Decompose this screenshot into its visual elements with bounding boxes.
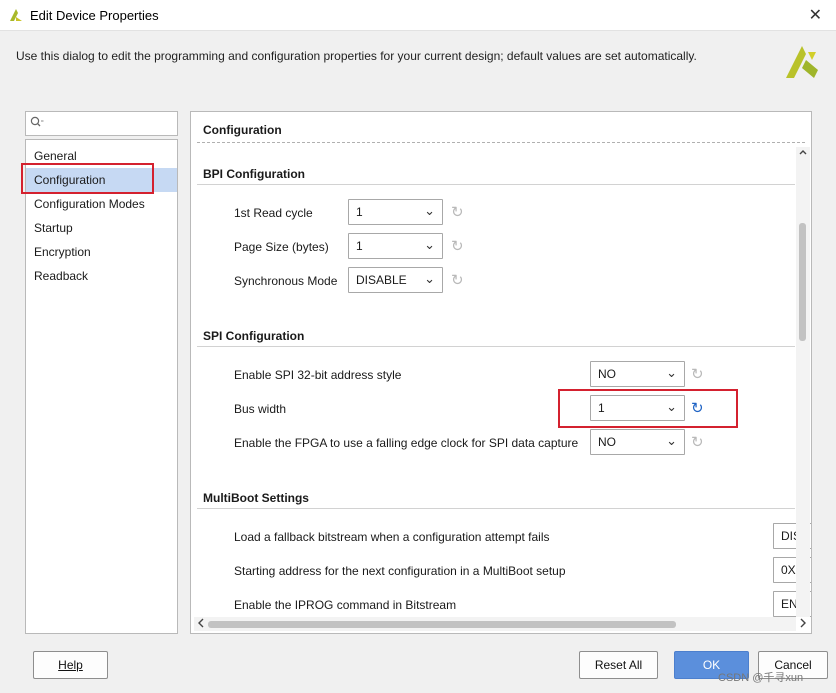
scroll-right-icon[interactable] [798,616,808,633]
watermark-text: CSDN @千寻xun [718,672,804,684]
close-button[interactable]: ✕ [809,5,822,25]
help-button-label: Help [58,658,83,672]
nav-item-configuration-modes[interactable]: Configuration Modes [26,192,177,216]
search-input[interactable] [25,111,178,136]
spi-32bit-dropdown[interactable]: NO ⌄ [590,361,685,387]
scroll-up-icon[interactable] [798,147,808,160]
nav-item-label: Encryption [34,245,91,259]
row-label-sync-mode: Synchronous Mode [234,274,338,288]
dropdown-value: NO [598,367,616,381]
dropdown-value: 1 [356,205,363,219]
row-label-page-size: Page Size (bytes) [234,240,329,254]
reset-icon[interactable]: ↻ [451,237,464,255]
window-title: Edit Device Properties [30,8,159,23]
dropdown-value: 1 [598,401,605,415]
properties-panel: Configuration BPI Configuration 1st Read… [190,111,812,634]
nav-item-general[interactable]: General [26,144,177,168]
page-size-dropdown[interactable]: 1 ⌄ [348,233,443,259]
nav-item-label: Configuration [34,173,106,187]
reset-icon[interactable]: ↻ [691,365,704,383]
section-title-spi: SPI Configuration [203,329,305,343]
chevron-down-icon: ⌄ [424,271,435,286]
chevron-down-icon: ⌄ [666,399,677,414]
vertical-scroll-thumb[interactable] [799,223,806,341]
section-divider [197,346,795,347]
panel-header: Configuration [203,123,282,137]
section-title-multiboot: MultiBoot Settings [203,491,309,505]
nav-item-label: Startup [34,221,73,235]
nav-item-configuration[interactable]: Configuration [26,168,177,192]
row-label-bus-width: Bus width [234,402,287,416]
bus-width-dropdown[interactable]: 1 ⌄ [590,395,685,421]
dropdown-value: 1 [356,239,363,253]
brand-logo-icon [786,46,818,78]
row-label-read-cycle: 1st Read cycle [234,206,313,220]
reset-all-button[interactable]: Reset All [579,651,658,679]
nav-item-encryption[interactable]: Encryption [26,240,177,264]
section-title-bpi: BPI Configuration [203,167,305,181]
section-divider [197,508,795,509]
chevron-down-icon: ⌄ [666,365,677,380]
header-divider [197,142,805,143]
chevron-down-icon: ⌄ [424,237,435,252]
nav-item-label: General [34,149,77,163]
reset-icon[interactable]: ↻ [451,271,464,289]
dropdown-value: NO [598,435,616,449]
chevron-down-icon: ⌄ [424,203,435,218]
dialog-description: Use this dialog to edit the programming … [16,49,697,63]
horizontal-scroll-thumb[interactable] [208,621,676,628]
sync-mode-dropdown[interactable]: DISABLE ⌄ [348,267,443,293]
falling-edge-dropdown[interactable]: NO ⌄ [590,429,685,455]
nav-item-readback[interactable]: Readback [26,264,177,288]
vertical-scrollbar[interactable] [796,147,810,617]
category-list: General Configuration Configuration Mode… [25,139,178,634]
help-button[interactable]: Help [33,651,108,679]
reset-icon[interactable]: ↻ [451,203,464,221]
reset-icon[interactable]: ↻ [691,433,704,451]
row-label-spi-32bit: Enable SPI 32-bit address style [234,368,402,382]
row-label-start-address: Starting address for the next configurat… [234,564,566,578]
section-divider [197,184,795,185]
row-label-fallback: Load a fallback bitstream when a configu… [234,530,550,544]
scroll-left-icon[interactable] [196,616,206,633]
chevron-down-icon: ⌄ [666,433,677,448]
horizontal-scrollbar[interactable] [194,616,806,633]
reset-all-button-label: Reset All [594,658,643,672]
read-cycle-dropdown[interactable]: 1 ⌄ [348,199,443,225]
app-logo-icon [10,9,22,21]
title-bar: Edit Device Properties ✕ [0,0,836,31]
row-label-falling-edge: Enable the FPGA to use a falling edge cl… [234,436,579,450]
search-icon [30,116,44,131]
row-label-iprog: Enable the IPROG command in Bitstream [234,598,457,612]
reset-icon[interactable]: ↻ [691,399,704,417]
dropdown-value: DISABLE [356,273,407,287]
nav-item-label: Readback [34,269,89,283]
nav-item-startup[interactable]: Startup [26,216,177,240]
nav-item-label: Configuration Modes [34,197,145,211]
